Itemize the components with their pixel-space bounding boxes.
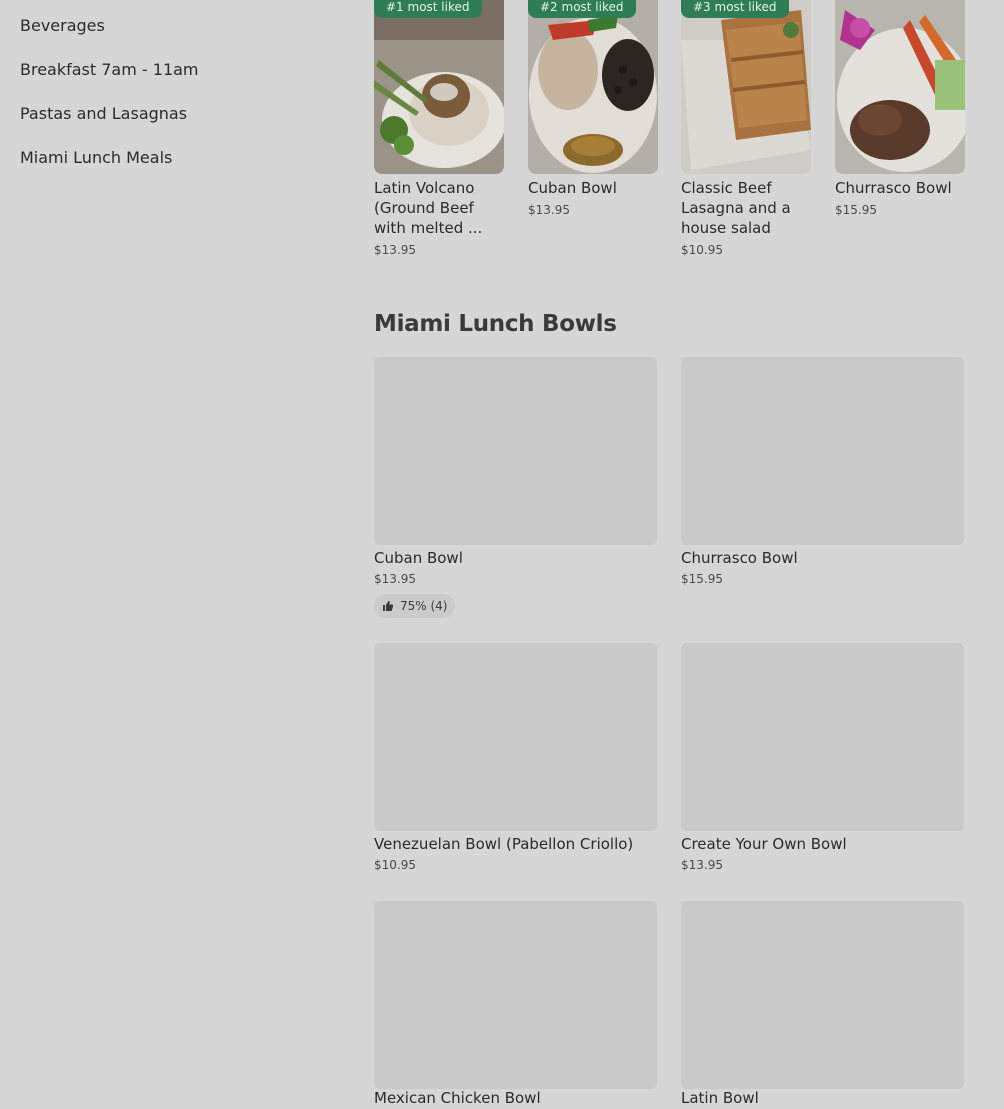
dish-name: Latin Bowl: [681, 1089, 759, 1107]
dish-photo: [835, 0, 965, 174]
menu-item-card[interactable]: Latin Bowl: [681, 901, 964, 1107]
dish-price: $13.95: [374, 572, 416, 586]
dish-name: Mexican Chicken Bowl: [374, 1089, 541, 1107]
dish-price: $13.95: [528, 203, 570, 217]
most-liked-badge: #1 most liked: [374, 0, 482, 18]
dish-name: Venezuelan Bowl (Pabellon Criollo): [374, 835, 634, 853]
dish-name: Churrasco Bowl: [681, 549, 798, 567]
dish-photo-placeholder: [374, 901, 657, 1089]
rating-badge: 75% (4): [374, 594, 456, 618]
menu-item-card[interactable]: Cuban Bowl $13.95 75% (4): [374, 357, 657, 621]
dish-photo-placeholder: [681, 357, 964, 545]
dish-price: $13.95: [681, 858, 723, 872]
menu-item-card[interactable]: Venezuelan Bowl (Pabellon Criollo) $10.9…: [374, 643, 657, 883]
menu-item-card[interactable]: Churrasco Bowl $15.95: [681, 357, 964, 597]
dish-photo-placeholder: [681, 643, 964, 831]
menu-item-card[interactable]: Create Your Own Bowl $13.95: [681, 643, 964, 883]
dish-photo-placeholder: [374, 643, 657, 831]
thumbs-up-icon: [382, 600, 394, 612]
dish-name: Classic Beef Lasagna and a house salad: [681, 179, 791, 237]
dish-name: Churrasco Bowl: [835, 179, 952, 197]
dish-name: Cuban Bowl: [528, 179, 617, 197]
dish-price: $13.95: [374, 243, 416, 257]
dish-price: $10.95: [681, 243, 723, 257]
dish-photo-placeholder: [681, 901, 964, 1089]
most-liked-badge: #3 most liked: [681, 0, 789, 18]
dish-name: Latin Volcano (Ground Beef with melted .…: [374, 179, 483, 237]
dish-photo: [681, 0, 811, 174]
dish-price: $10.95: [374, 858, 416, 872]
dish-photo: [528, 0, 658, 174]
dish-photo: [374, 0, 504, 174]
dish-price: $15.95: [681, 572, 723, 586]
menu-main: #1 most liked Latin Volcano (Ground Beef…: [0, 0, 1004, 1107]
menu-item-card[interactable]: Mexican Chicken Bowl: [374, 901, 657, 1107]
dish-name: Create Your Own Bowl: [681, 835, 847, 853]
dish-price: $15.95: [835, 203, 877, 217]
section-title: Miami Lunch Bowls: [374, 311, 617, 337]
rating-text: 75% (4): [400, 599, 448, 613]
dish-name: Cuban Bowl: [374, 549, 463, 567]
most-liked-badge: #2 most liked: [528, 0, 636, 18]
dish-photo-placeholder: [374, 357, 657, 545]
